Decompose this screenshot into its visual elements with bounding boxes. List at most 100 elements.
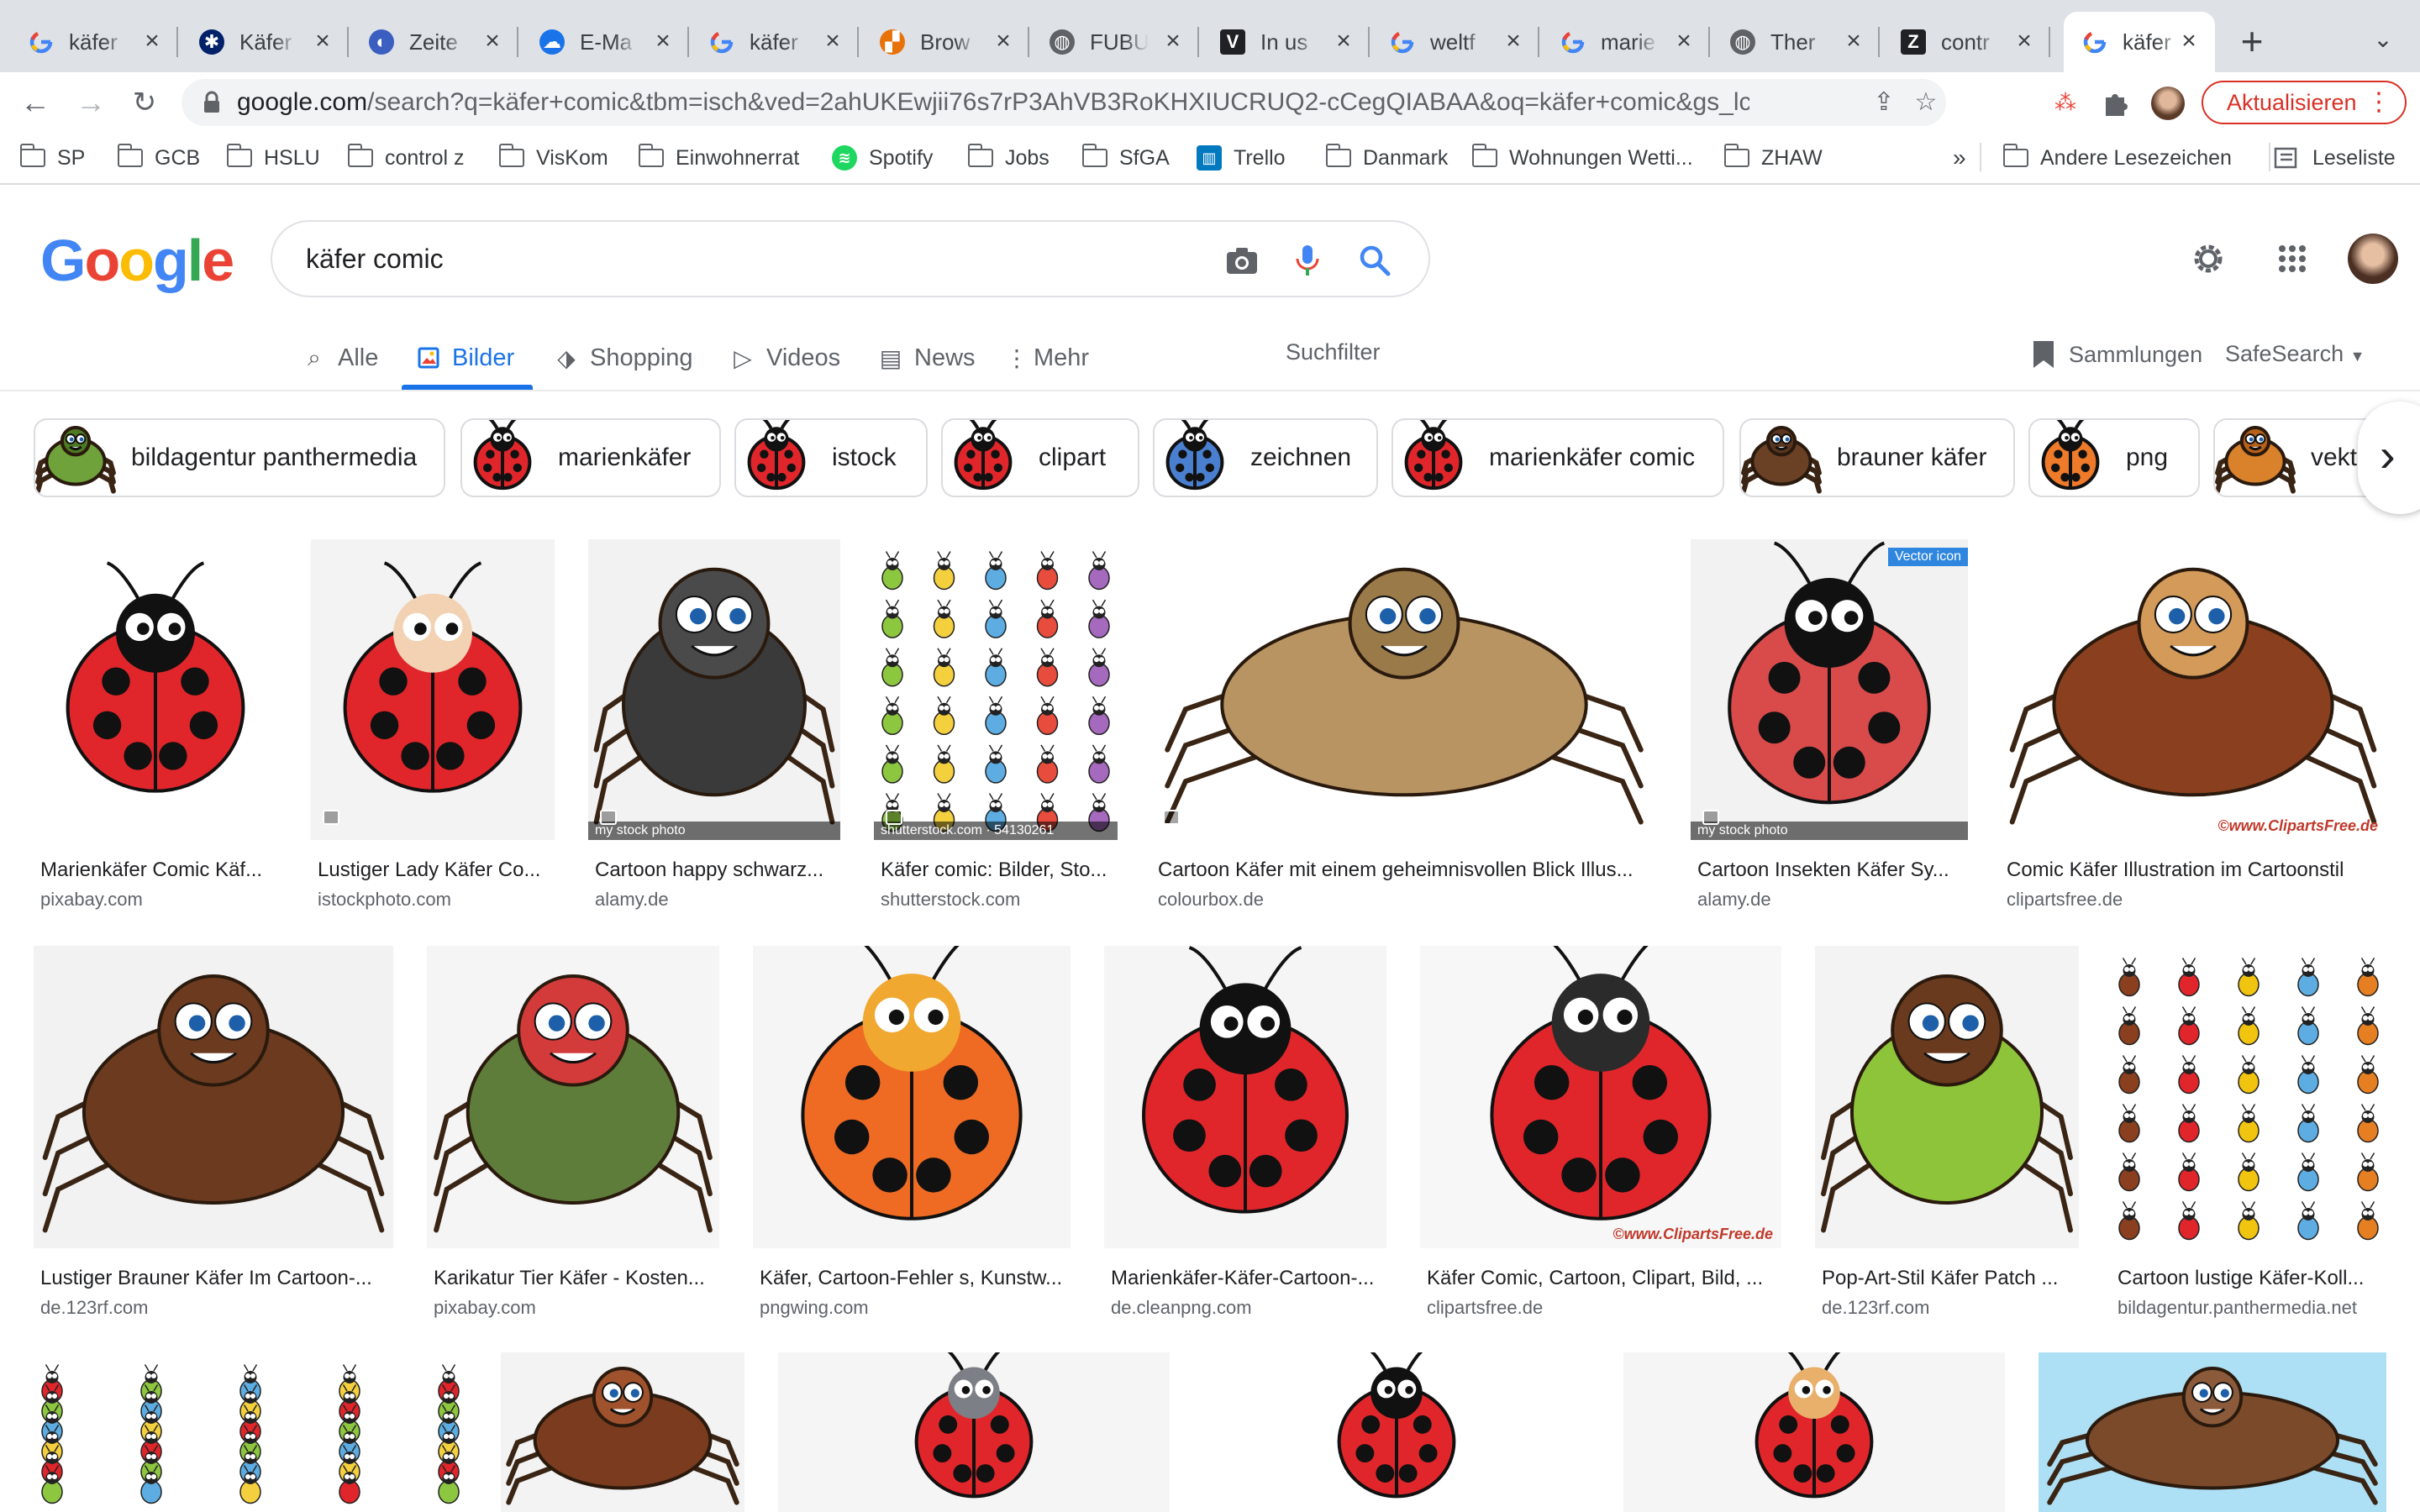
result-title[interactable]: Marienkäfer Comic Käf... — [40, 858, 274, 882]
result-title[interactable]: Cartoon lustige Käfer-Koll... — [2118, 1267, 2383, 1290]
settings-gear-icon[interactable] — [2185, 235, 2232, 282]
refinement-chip[interactable]: marienkäfer comic — [1392, 418, 1724, 497]
search-input[interactable]: käfer comic — [306, 244, 444, 275]
bookmark-item[interactable]: SP — [19, 143, 85, 173]
result-title[interactable]: Cartoon happy schwarz... — [595, 858, 837, 882]
refinement-chip[interactable]: zeichnen — [1153, 418, 1378, 497]
bookmarks-overflow-button[interactable]: » — [1953, 143, 1966, 173]
refinement-chip[interactable]: istock — [734, 418, 928, 497]
google-logo[interactable]: Google — [40, 227, 234, 294]
refinement-chip[interactable]: brauner käfer — [1739, 418, 2015, 497]
close-icon[interactable]: × — [1841, 29, 1866, 54]
close-icon[interactable]: × — [480, 29, 505, 54]
microphone-icon[interactable] — [1289, 242, 1326, 279]
browser-tab[interactable]: ☁ E-Ma × — [521, 12, 689, 72]
refinement-chip[interactable]: clipart — [941, 418, 1139, 497]
reload-icon[interactable]: ↻ — [126, 84, 163, 121]
chips-next-button[interactable]: › — [2358, 402, 2420, 514]
close-icon[interactable]: × — [1160, 29, 1186, 54]
close-icon[interactable]: × — [650, 29, 676, 54]
extensions-puzzle-icon[interactable] — [2101, 87, 2131, 118]
bookmark-item[interactable]: ZHAW — [1723, 143, 1823, 173]
result-title[interactable]: Lustiger Lady Käfer Co... — [318, 858, 551, 882]
result-thumbnail[interactable] — [1104, 946, 1386, 1248]
bookmark-item[interactable]: ≋ Spotify — [832, 143, 933, 173]
close-icon[interactable]: × — [1671, 29, 1697, 54]
close-icon[interactable]: × — [991, 29, 1016, 54]
bookmark-item[interactable]: control z — [347, 143, 464, 173]
tab-shopping[interactable]: ⬗ Shopping — [555, 338, 692, 378]
url-text[interactable]: google.com/search?q=käfer+comic&tbm=isch… — [237, 89, 1749, 116]
search-box[interactable]: käfer comic — [271, 220, 1430, 297]
result-title[interactable]: Pop-Art-Stil Käfer Patch ... — [1822, 1267, 2075, 1290]
address-bar[interactable]: google.com/search?q=käfer+comic&tbm=isch… — [182, 79, 1946, 126]
bookmark-item[interactable]: Wohnungen Wetti... — [1471, 143, 1693, 173]
bookmark-item[interactable]: VisKom — [498, 143, 608, 173]
result-thumbnail[interactable] — [501, 1352, 744, 1512]
result-title[interactable]: Lustiger Brauner Käfer Im Cartoon-... — [40, 1267, 390, 1290]
close-icon[interactable]: × — [310, 29, 335, 54]
bookmark-item[interactable]: Einwohnerrat — [638, 143, 799, 173]
bookmark-item[interactable]: ▥ Trello — [1197, 143, 1286, 173]
result-title[interactable]: Käfer, Cartoon-Fehler s, Kunstw... — [760, 1267, 1067, 1290]
result-thumbnail[interactable] — [1815, 946, 2079, 1248]
bookmark-item[interactable]: SfGA — [1081, 143, 1170, 173]
bookmark-item[interactable]: GCB — [117, 143, 200, 173]
tab-alle[interactable]: ⌕ Alle — [302, 338, 378, 378]
account-avatar[interactable] — [2348, 234, 2398, 284]
result-thumbnail[interactable]: ©www.ClipartsFree.de — [2000, 539, 2386, 840]
result-thumbnail[interactable] — [311, 539, 555, 840]
close-icon[interactable]: × — [2012, 29, 2037, 54]
result-thumbnail[interactable]: shutterstock.com · 54130261 — [874, 539, 1118, 840]
result-title[interactable]: Marienkäfer-Käfer-Cartoon-... — [1111, 1267, 1383, 1290]
browser-tab[interactable]: marie × — [1542, 12, 1710, 72]
result-thumbnail[interactable] — [753, 946, 1071, 1248]
close-icon[interactable]: × — [820, 29, 845, 54]
bookmark-item[interactable]: Jobs — [967, 143, 1050, 173]
browser-tab[interactable]: weltf × — [1371, 12, 1539, 72]
camera-icon[interactable] — [1223, 242, 1260, 279]
tab-videos[interactable]: ▷ Videos — [731, 338, 840, 378]
result-title[interactable]: Karikatur Tier Käfer - Kosten... — [434, 1267, 716, 1290]
refinement-chip[interactable]: png — [2028, 418, 2200, 497]
result-title[interactable]: Comic Käfer Illustration im Cartoonstil — [2007, 858, 2383, 882]
browser-tab[interactable]: ◍ Ther × — [1712, 12, 1880, 72]
browser-tab[interactable]: ◍ FUBU × — [1031, 12, 1199, 72]
result-thumbnail[interactable] — [1151, 539, 1657, 840]
result-thumbnail[interactable] — [427, 946, 719, 1248]
browser-tab[interactable]: käfer × — [10, 12, 178, 72]
refinement-chip[interactable]: marienkäfer — [460, 418, 721, 497]
browser-tab[interactable]: käfer × — [691, 12, 859, 72]
result-thumbnail[interactable]: my stock photo Vector icon — [1691, 539, 1968, 840]
refinement-chip[interactable]: bildagentur panthermedia — [34, 418, 445, 497]
forward-arrow-icon[interactable]: → — [72, 84, 109, 121]
result-title[interactable]: Cartoon Käfer mit einem geheimnisvollen … — [1158, 858, 1654, 882]
new-tab-button[interactable]: + — [2235, 20, 2269, 62]
search-icon[interactable] — [1356, 242, 1393, 279]
search-filter-button[interactable]: Suchfilter — [1286, 339, 1381, 365]
bookmark-item[interactable]: HSLU — [226, 143, 320, 173]
result-title[interactable]: Käfer Comic, Cartoon, Clipart, Bild, ... — [1427, 1267, 1778, 1290]
result-thumbnail[interactable] — [2039, 1352, 2386, 1512]
tab-mehr[interactable]: ⋮ Mehr — [1005, 338, 1089, 378]
other-bookmarks[interactable]: Andere Lesezeichen — [2002, 143, 2232, 173]
back-arrow-icon[interactable]: ← — [17, 84, 54, 121]
lock-icon[interactable] — [198, 89, 225, 116]
share-icon[interactable]: ⇪ — [1870, 89, 1897, 116]
close-icon[interactable]: × — [1501, 29, 1526, 54]
result-title[interactable]: Käfer comic: Bilder, Sto... — [881, 858, 1114, 882]
result-thumbnail[interactable] — [778, 1352, 1170, 1512]
close-icon[interactable]: × — [1331, 29, 1356, 54]
safesearch-dropdown[interactable]: SafeSearch ▼ — [2225, 341, 2365, 367]
result-thumbnail[interactable] — [34, 1352, 467, 1512]
browser-tab[interactable]: käfer × — [2064, 12, 2215, 72]
result-thumbnail[interactable] — [2111, 946, 2386, 1248]
reading-list[interactable]: Leseliste — [2274, 143, 2396, 173]
extension-dots-icon[interactable]: ⁂ — [2050, 87, 2081, 118]
result-thumbnail[interactable] — [1203, 1352, 1590, 1512]
browser-tab[interactable]: ▞ Brow × — [861, 12, 1029, 72]
result-thumbnail[interactable] — [34, 539, 277, 840]
browser-tab[interactable]: ◐ Zeite × — [350, 12, 518, 72]
apps-grid-icon[interactable] — [2269, 235, 2316, 282]
collections-button[interactable]: Sammlungen — [2033, 341, 2202, 368]
